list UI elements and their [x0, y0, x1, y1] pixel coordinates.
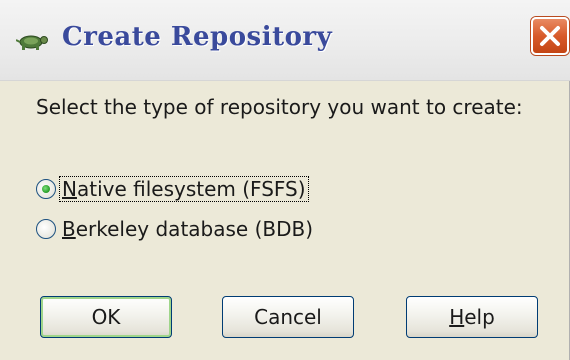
radio-berkeley-db[interactable]: [36, 219, 56, 239]
option-label-text: ative filesystem (FSFS): [76, 177, 306, 201]
accel-key: B: [62, 217, 76, 241]
accel-key: N: [62, 177, 77, 201]
title-bar[interactable]: Create Repository: [0, 0, 570, 81]
option-berkeley-db-label[interactable]: Berkeley database (BDB): [60, 217, 315, 241]
option-berkeley-db[interactable]: Berkeley database (BDB): [36, 215, 315, 243]
radio-selected-dot: [42, 185, 50, 193]
ok-button[interactable]: OK: [40, 296, 172, 338]
close-button[interactable]: [531, 17, 569, 55]
help-button[interactable]: Help: [406, 296, 538, 338]
create-repository-dialog: Create Repository Select the type of rep…: [0, 0, 570, 360]
prompt-label: Select the type of repository you want t…: [36, 95, 523, 119]
radio-native-filesystem[interactable]: [36, 179, 56, 199]
close-icon: [540, 26, 560, 46]
cancel-button[interactable]: Cancel: [222, 296, 354, 338]
option-native-filesystem[interactable]: Native filesystem (FSFS): [36, 175, 309, 203]
help-label-text: elp: [464, 305, 495, 329]
option-label-text: erkeley database (BDB): [75, 217, 314, 241]
option-native-filesystem-label[interactable]: Native filesystem (FSFS): [59, 176, 309, 202]
turtle-icon: [15, 30, 50, 52]
accel-key: H: [449, 305, 465, 329]
dialog-title: Create Repository: [62, 22, 333, 52]
